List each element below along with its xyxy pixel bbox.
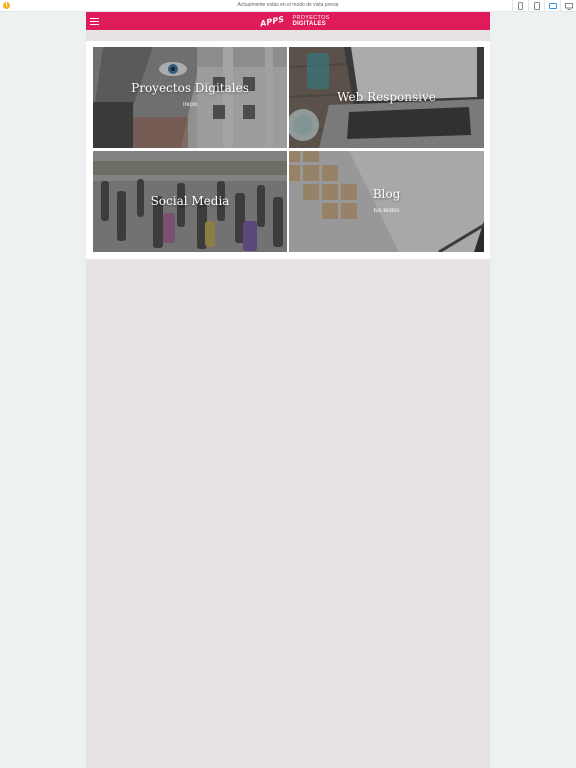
preview-message: Actualmente estás en el modo de vista pr… [237, 2, 339, 8]
app-frame: APPS PROYECTOS DIGITALES Proyectos Digit… [86, 12, 490, 768]
tile-subtitle: Inicio [182, 102, 197, 108]
app-bar: APPS PROYECTOS DIGITALES [86, 12, 490, 30]
tiles-card: Proyectos Digitales Inicio Web Responsiv… [86, 41, 490, 259]
tile-proyectos-digitales[interactable]: Proyectos Digitales Inicio [93, 47, 287, 148]
tile-title: Blog [372, 187, 401, 201]
device-switcher [512, 0, 576, 12]
preview-bar: ! Actualmente estás en el modo de vista … [0, 0, 576, 12]
logo-line2: DIGITALES [292, 21, 326, 27]
desktop-icon[interactable] [560, 0, 576, 12]
logo-apps: APPS [259, 14, 286, 28]
hamburger-menu-icon[interactable] [90, 16, 100, 26]
tile-title: Web Responsive [337, 90, 436, 104]
tablet-portrait-icon[interactable] [528, 0, 544, 12]
tablet-landscape-icon[interactable] [544, 0, 560, 12]
phone-portrait-icon[interactable] [512, 0, 528, 12]
tile-social-media[interactable]: Social Media [93, 151, 287, 252]
tile-web-responsive[interactable]: Web Responsive [289, 47, 484, 148]
tile-subtitle: tus textos [373, 208, 400, 214]
app-logo: APPS PROYECTOS DIGITALES [259, 14, 330, 28]
tile-title: Proyectos Digitales [131, 81, 249, 95]
tile-blog[interactable]: Blog tus textos [289, 151, 484, 252]
tile-title: Social Media [150, 194, 230, 208]
